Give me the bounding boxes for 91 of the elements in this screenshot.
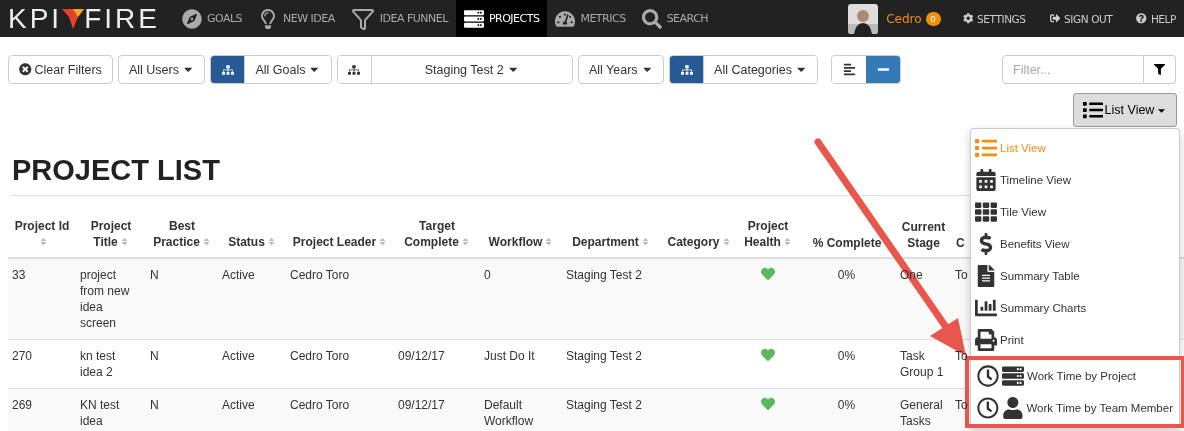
align-left-icon [842, 63, 856, 76]
notification-count: 0 [925, 11, 941, 26]
table-cell: To [955, 268, 968, 282]
stacked-bars-icon [463, 8, 484, 29]
menu-item[interactable]: Work Time by Team Member [973, 392, 1177, 424]
table-cell: 09/12/17 [398, 349, 445, 363]
table-cell: 0% [837, 268, 856, 282]
table-cell: Active [222, 349, 255, 363]
sort-icon [640, 238, 650, 248]
table-cell: 0% [837, 398, 856, 412]
hierarchy-icon[interactable] [337, 56, 372, 83]
clock-icon [977, 365, 999, 387]
logo-text: FIRE [84, 2, 160, 35]
filter-dropdown[interactable]: All Years [577, 55, 665, 84]
funnel-icon [1154, 64, 1165, 75]
table-cell: Just Do It [484, 349, 535, 363]
funnel-icon [350, 6, 375, 31]
table-cell: Cedro Toro [290, 349, 350, 363]
gauge-icon [555, 8, 576, 29]
sort-icon [201, 238, 211, 248]
table-cell: Active [222, 268, 255, 282]
nav-link[interactable]: HELP [1136, 12, 1176, 25]
hierarchy-icon[interactable] [670, 56, 705, 83]
nav-item[interactable]: IDEA FUNNEL [342, 0, 456, 37]
sort-icon [378, 238, 388, 248]
table-cell: KN test idea [80, 398, 120, 428]
sort-icon [266, 238, 276, 248]
sort-icon [721, 238, 731, 248]
nav-item[interactable]: NEW IDEA [250, 0, 343, 37]
table-cell: 0% [837, 349, 856, 363]
tiles-icon [975, 201, 997, 223]
document-icon [975, 265, 997, 287]
table-cell: 270 [12, 349, 33, 363]
printer-icon [975, 329, 997, 351]
menu-item[interactable]: Benefits View [971, 228, 1179, 260]
table-cell: 269 [12, 398, 33, 412]
table-cell: Active [222, 398, 255, 412]
table-cell: N [150, 349, 159, 363]
nav-link[interactable]: SETTINGS [962, 12, 1026, 25]
table-cell: 33 [12, 268, 26, 282]
nav-item[interactable]: SEARCH [633, 0, 717, 37]
table-cell: Cedro Toro [290, 268, 350, 282]
filter-dropdown[interactable]: All Users [117, 55, 206, 84]
table-cell: Default Workflow [484, 398, 534, 428]
list-icon [1082, 100, 1103, 120]
menu-item[interactable]: Print [971, 324, 1179, 356]
stacked-bars-icon [1002, 365, 1024, 387]
list-icon [975, 137, 997, 159]
table-cell: N [150, 398, 159, 412]
menu-item[interactable]: Summary Table [971, 260, 1179, 292]
close-icon [19, 63, 32, 76]
flame-logo-icon [62, 6, 85, 31]
table-cell: Staging Test 2 [566, 398, 642, 412]
clear-filters-button[interactable]: Clear Filters [8, 55, 113, 84]
table-cell: project from new idea screen [80, 268, 130, 330]
menu-item[interactable]: Summary Charts [971, 292, 1179, 324]
search-icon [641, 8, 662, 29]
filter-field[interactable]: Filter... [1002, 55, 1144, 84]
filter-button[interactable] [1144, 55, 1176, 84]
menu-item[interactable]: Tile View [971, 196, 1179, 228]
table-cell: General Tasks [900, 398, 943, 428]
table-cell: Staging Test 2 [566, 268, 642, 282]
table-cell: 0 [484, 268, 491, 282]
person-icon [1001, 397, 1024, 419]
bar-chart-icon [975, 297, 997, 319]
user-name[interactable]: Cedro [886, 11, 922, 26]
sign-out-icon [1049, 13, 1061, 24]
nav-item[interactable]: GOALS [173, 0, 251, 37]
table-cell: N [150, 268, 159, 282]
hierarchy-icon[interactable] [211, 56, 246, 83]
menu-item[interactable]: Work Time by Project [973, 360, 1177, 392]
sort-icon [782, 238, 792, 248]
table-cell: kn test idea 2 [80, 349, 116, 379]
logo-text: KPI [8, 2, 63, 35]
nav-link[interactable]: SIGN OUT [1049, 12, 1113, 25]
clock-icon [977, 397, 999, 419]
compass-icon [181, 8, 202, 29]
nav-item[interactable]: METRICS [547, 0, 634, 37]
view-dropdown-button[interactable]: List View [1073, 93, 1177, 127]
calendar-icon [975, 169, 997, 191]
table-cell: 09/12/17 [398, 398, 445, 412]
table-cell: Task Group 1 [900, 349, 944, 379]
sort-icon [38, 238, 48, 248]
sort-icon [460, 238, 470, 248]
sort-icon [119, 238, 129, 248]
settings-icon [962, 13, 974, 24]
nav-item[interactable]: PROJECTS [455, 0, 548, 37]
table-cell: Staging Test 2 [566, 349, 642, 363]
help-icon [1136, 13, 1147, 24]
sort-icon [544, 238, 554, 248]
table-cell: Cedro Toro [290, 398, 350, 412]
